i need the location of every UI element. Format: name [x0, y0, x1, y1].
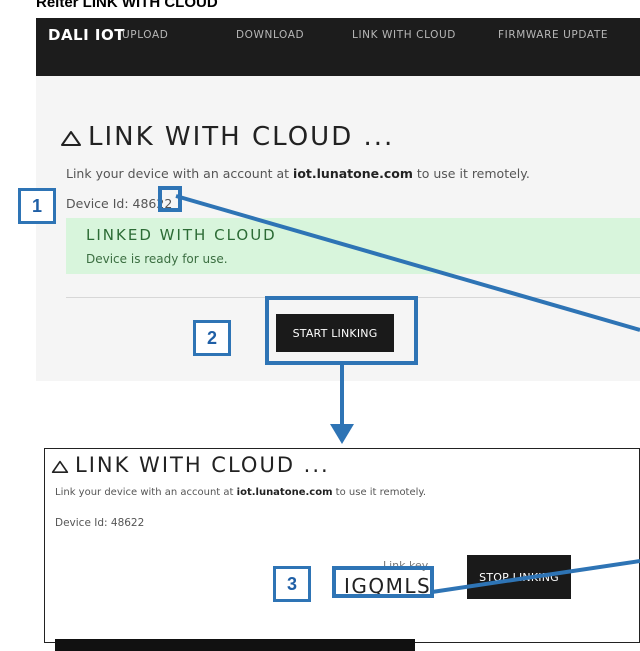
callout-2: 2 — [193, 320, 231, 356]
arrow-line-3 — [431, 559, 640, 594]
arrow-head-down — [330, 424, 354, 444]
callout-3: 3 — [273, 566, 311, 602]
callout-1: 1 — [18, 188, 56, 224]
highlight-device-id — [158, 186, 182, 212]
highlight-link-key — [332, 566, 434, 598]
highlight-start-linking — [265, 296, 418, 365]
